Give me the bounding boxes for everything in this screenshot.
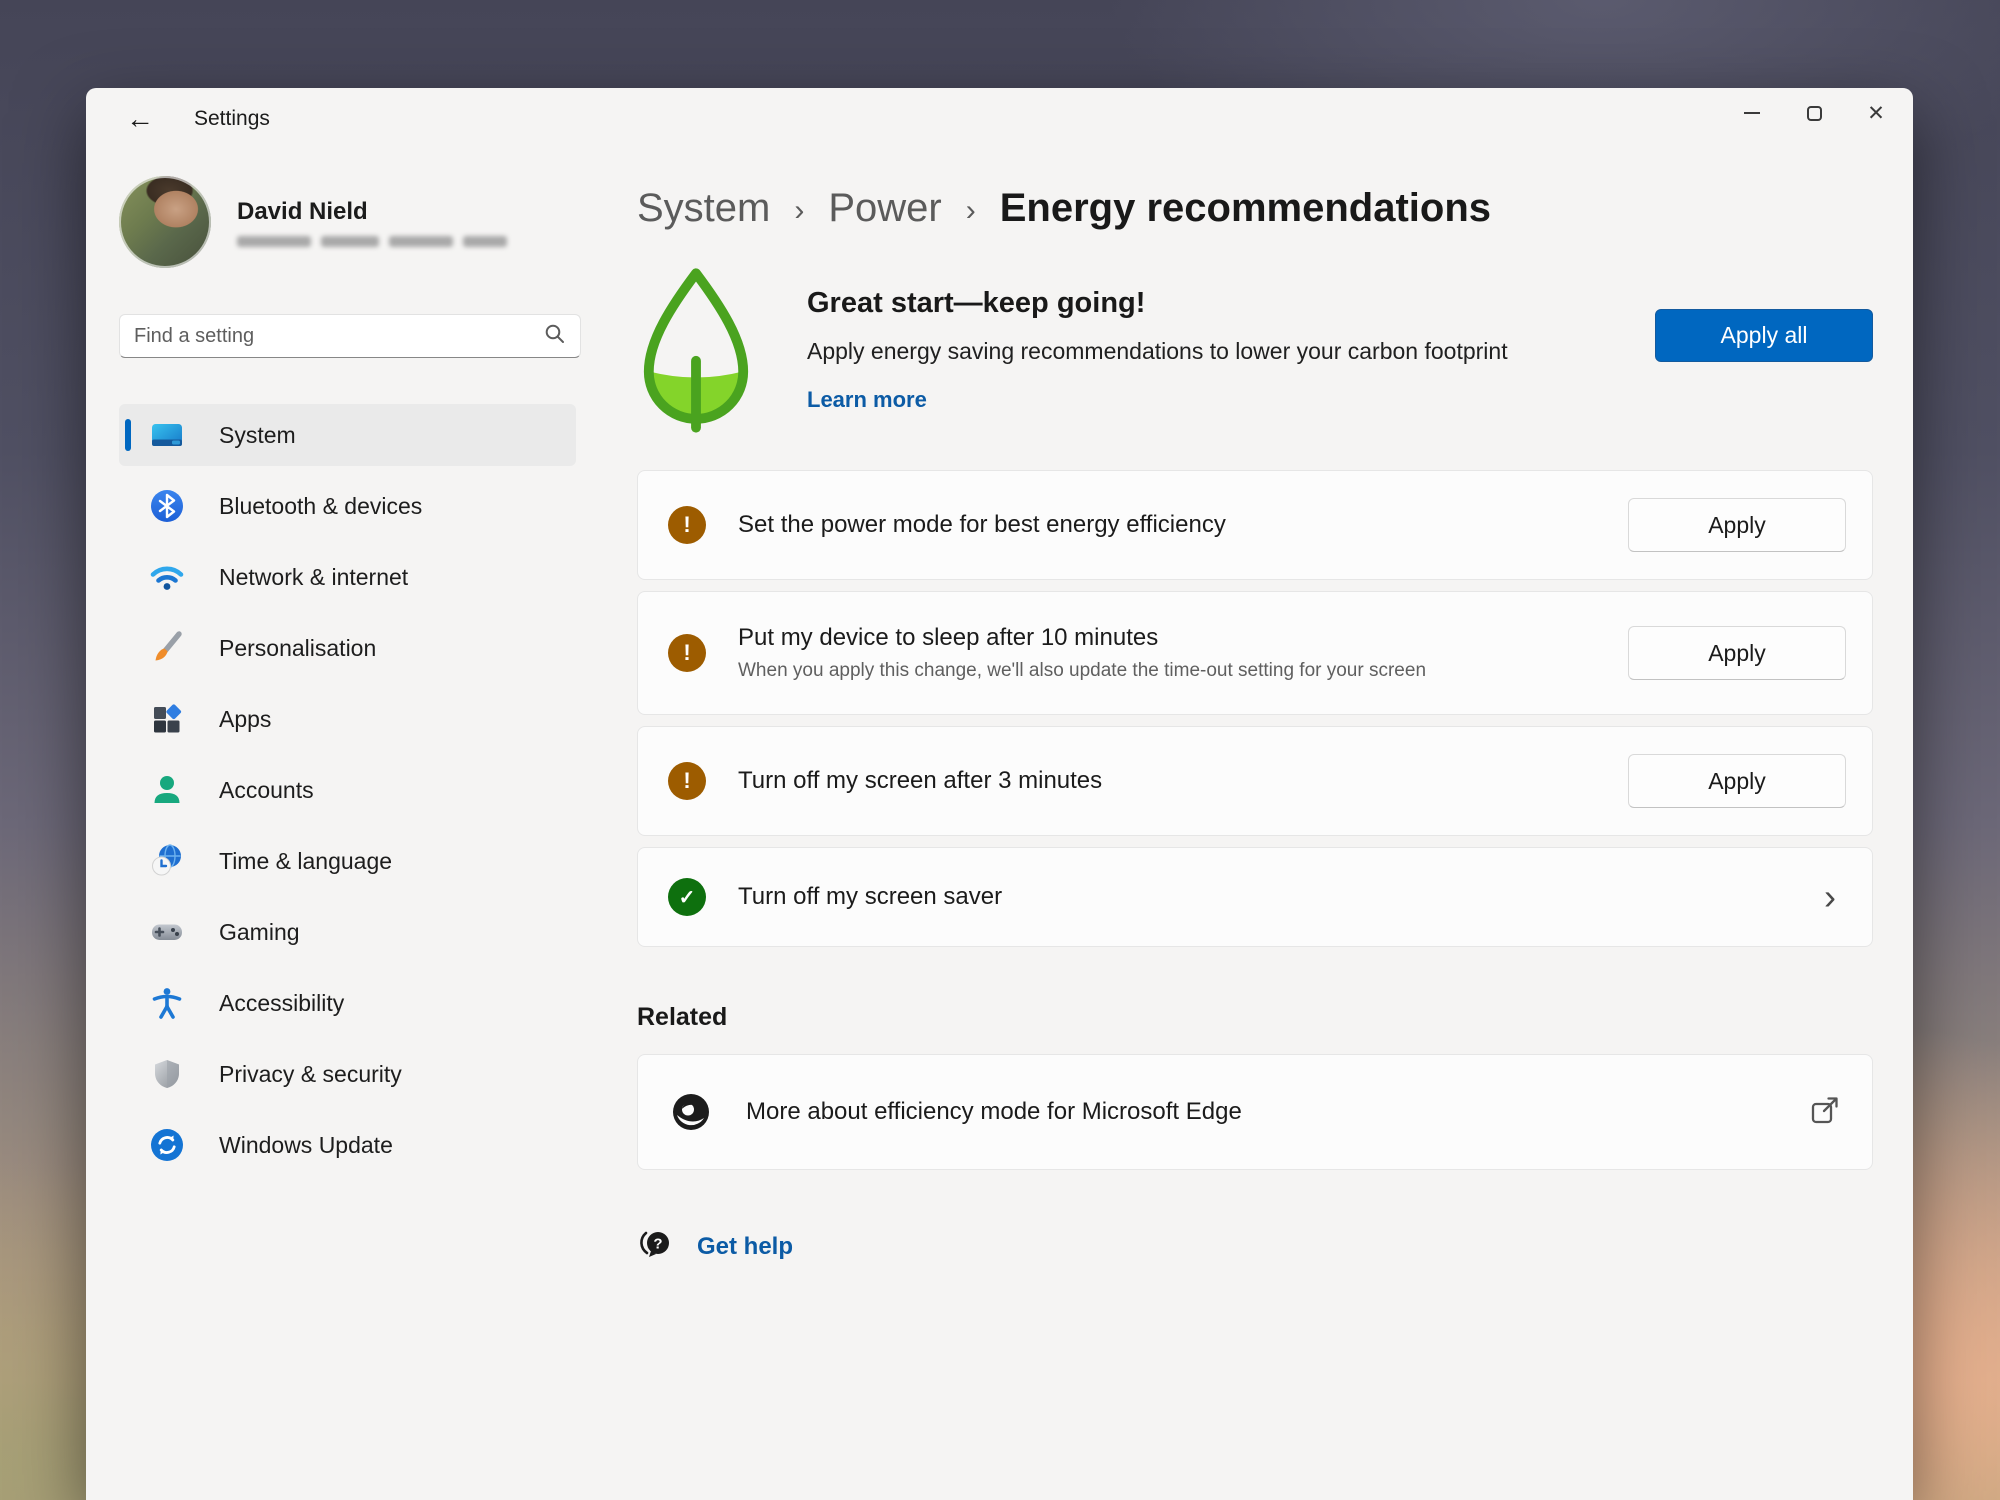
apply-all-button[interactable]: Apply all	[1655, 309, 1873, 362]
related-heading: Related	[637, 1003, 1873, 1032]
sidebar-item-personalisation[interactable]: Personalisation	[119, 617, 576, 679]
apply-button-power-mode[interactable]: Apply	[1628, 498, 1846, 552]
close-icon: ✕	[1867, 103, 1885, 124]
sync-icon	[149, 1127, 185, 1163]
sidebar-item-label: Gaming	[219, 919, 300, 946]
main-content: System › Power › Energy recommendations …	[591, 150, 1913, 1500]
minimize-button[interactable]	[1721, 88, 1783, 138]
back-arrow-icon: ←	[126, 103, 154, 135]
recommendation-list: ! Set the power mode for best energy eff…	[637, 470, 1873, 947]
sidebar-item-privacy-security[interactable]: Privacy & security	[119, 1043, 576, 1105]
sidebar-item-accounts[interactable]: Accounts	[119, 759, 576, 821]
sidebar-item-apps[interactable]: Apps	[119, 688, 576, 750]
chevron-right-icon: ›	[794, 190, 804, 228]
person-icon	[149, 772, 185, 808]
sidebar-item-system[interactable]: System	[119, 404, 576, 466]
maximize-button[interactable]	[1783, 88, 1845, 138]
profile[interactable]: David Nield	[119, 176, 591, 268]
recommendation-screen-saver[interactable]: ✓ Turn off my screen saver ›	[637, 847, 1873, 947]
close-button[interactable]: ✕	[1845, 88, 1907, 138]
paintbrush-icon	[149, 630, 185, 666]
wifi-icon	[149, 559, 185, 595]
maximize-icon	[1807, 106, 1822, 121]
sidebar-item-label: Network & internet	[219, 564, 408, 591]
breadcrumb: System › Power › Energy recommendations	[637, 186, 1873, 231]
sidebar: David Nield System	[86, 150, 591, 1500]
warning-icon: !	[668, 762, 706, 800]
chevron-right-icon: ›	[1824, 879, 1846, 915]
warning-icon: !	[668, 506, 706, 544]
accessibility-person-icon	[149, 985, 185, 1021]
sidebar-item-label: Accounts	[219, 777, 314, 804]
help-bubble-icon: ?	[637, 1226, 675, 1267]
titlebar: ← Settings ✕	[86, 88, 1913, 150]
recommendation-screen-off: ! Turn off my screen after 3 minutes App…	[637, 726, 1873, 836]
sidebar-item-time-language[interactable]: Time & language	[119, 830, 576, 892]
caption-controls: ✕	[1721, 88, 1907, 138]
chevron-right-icon: ›	[966, 190, 976, 228]
get-help-link[interactable]: Get help	[697, 1233, 793, 1261]
sidebar-item-label: System	[219, 422, 296, 449]
apply-button-screen-off[interactable]: Apply	[1628, 754, 1846, 808]
banner-subtitle: Apply energy saving recommendations to l…	[807, 338, 1508, 365]
sidebar-item-label: Time & language	[219, 848, 392, 875]
sidebar-item-label: Accessibility	[219, 990, 344, 1017]
check-icon: ✓	[668, 878, 706, 916]
avatar	[119, 176, 211, 268]
search-input[interactable]	[134, 325, 544, 348]
sidebar-item-windows-update[interactable]: Windows Update	[119, 1114, 576, 1176]
search-box	[119, 314, 581, 358]
breadcrumb-system[interactable]: System	[637, 186, 770, 231]
sidebar-item-gaming[interactable]: Gaming	[119, 901, 576, 963]
related-edge-link[interactable]: More about efficiency mode for Microsoft…	[637, 1054, 1873, 1170]
learn-more-link[interactable]: Learn more	[807, 387, 927, 413]
apply-button-sleep[interactable]: Apply	[1628, 626, 1846, 680]
sidebar-item-label: Windows Update	[219, 1132, 393, 1159]
banner-title: Great start—keep going!	[807, 287, 1508, 320]
time-language-icon	[149, 843, 185, 879]
settings-window: ← Settings ✕ David Nield	[86, 88, 1913, 1500]
recommendation-power-mode: ! Set the power mode for best energy eff…	[637, 470, 1873, 580]
recommendation-title: Turn off my screen after 3 minutes	[738, 767, 1102, 795]
related-item-title: More about efficiency mode for Microsoft…	[746, 1098, 1242, 1126]
window-title: Settings	[194, 107, 270, 131]
sidebar-item-bluetooth-devices[interactable]: Bluetooth & devices	[119, 475, 576, 537]
back-button[interactable]: ←	[120, 99, 160, 139]
page-title: Energy recommendations	[1000, 186, 1491, 231]
leaf-icon	[637, 265, 757, 440]
search-icon[interactable]	[544, 323, 566, 350]
recommendation-subtitle: When you apply this change, we'll also u…	[738, 660, 1426, 682]
profile-name: David Nield	[237, 198, 507, 226]
energy-banner: Great start—keep going! Apply energy sav…	[637, 265, 1873, 440]
sidebar-item-network-internet[interactable]: Network & internet	[119, 546, 576, 608]
system-icon	[149, 417, 185, 453]
warning-icon: !	[668, 634, 706, 672]
bluetooth-icon	[149, 488, 185, 524]
svg-text:?: ?	[653, 1236, 662, 1253]
shield-icon	[149, 1056, 185, 1092]
breadcrumb-power[interactable]: Power	[828, 186, 941, 231]
sidebar-item-label: Bluetooth & devices	[219, 493, 422, 520]
recommendation-title: Set the power mode for best energy effic…	[738, 511, 1226, 539]
external-link-icon	[1810, 1095, 1846, 1130]
recommendation-title: Put my device to sleep after 10 minutes	[738, 624, 1426, 652]
sidebar-item-accessibility[interactable]: Accessibility	[119, 972, 576, 1034]
sidebar-item-label: Privacy & security	[219, 1061, 402, 1088]
sidebar-nav: System Bluetooth & devices Network & int…	[119, 404, 591, 1176]
minimize-icon	[1744, 112, 1760, 114]
sidebar-item-label: Personalisation	[219, 635, 376, 662]
get-help: ? Get help	[637, 1226, 1873, 1267]
apps-icon	[149, 701, 185, 737]
gamepad-icon	[149, 914, 185, 950]
profile-subtitle-redacted	[237, 236, 507, 247]
edge-icon	[668, 1089, 714, 1135]
recommendation-title: Turn off my screen saver	[738, 883, 1002, 911]
sidebar-item-label: Apps	[219, 706, 271, 733]
recommendation-sleep: ! Put my device to sleep after 10 minute…	[637, 591, 1873, 715]
